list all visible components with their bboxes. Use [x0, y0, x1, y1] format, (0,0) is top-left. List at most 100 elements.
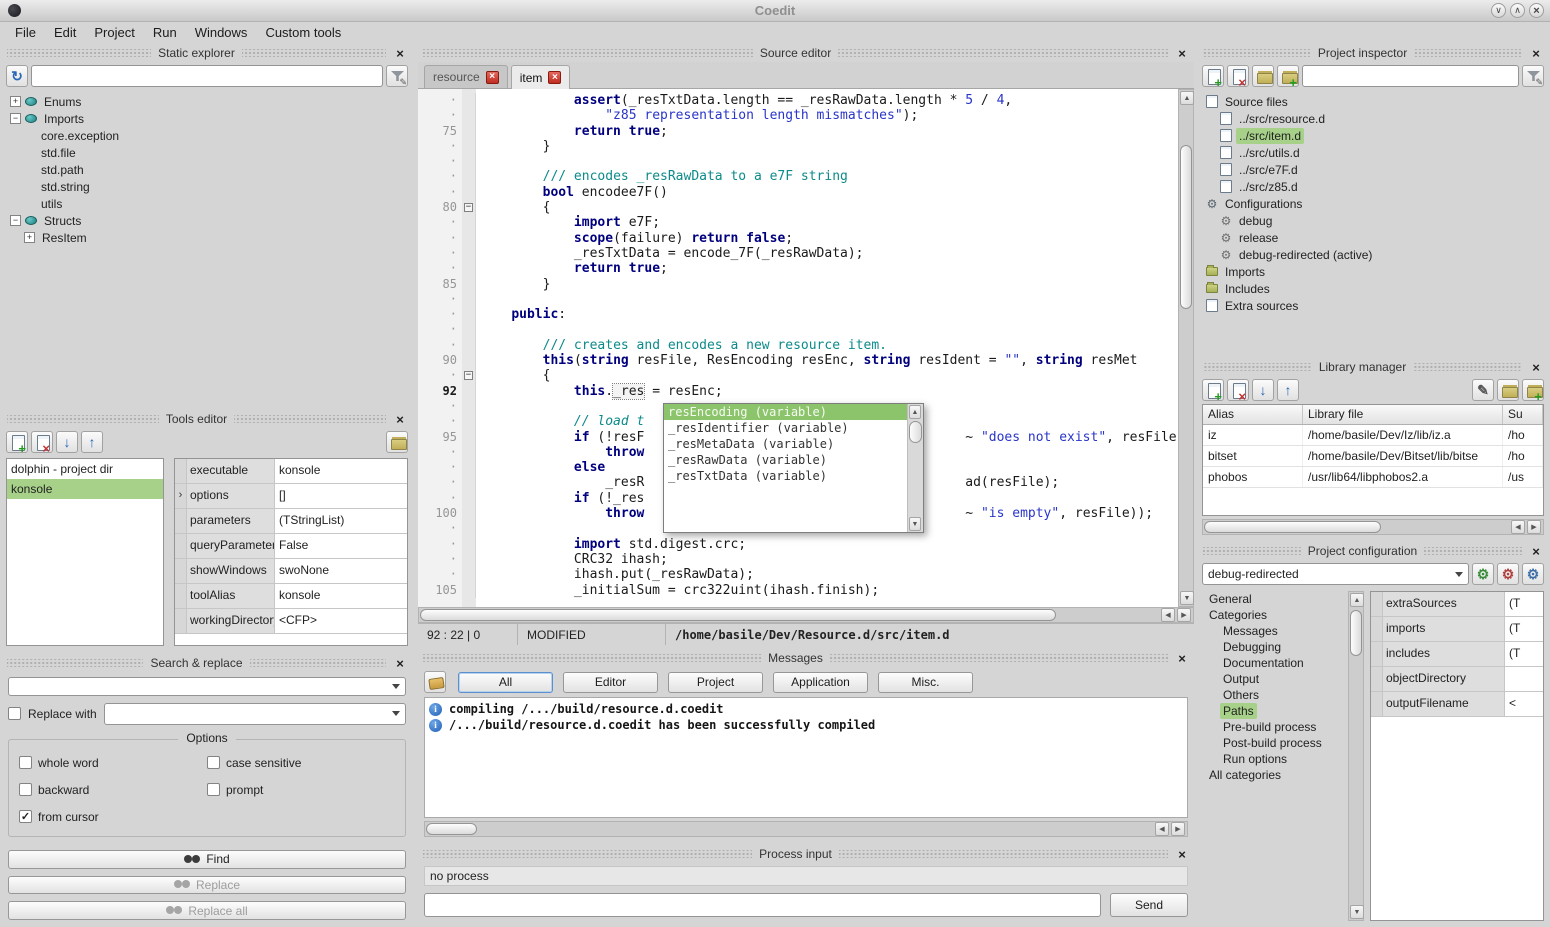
- gutter-line-number[interactable]: ·: [418, 292, 462, 307]
- open-folder-button[interactable]: [1252, 65, 1274, 87]
- add-library-button[interactable]: [1202, 379, 1224, 401]
- code-line[interactable]: · CRC32 ihash;: [418, 552, 1178, 567]
- fold-column[interactable]: [462, 552, 476, 567]
- checkbox-icon[interactable]: [19, 783, 32, 796]
- fold-marker-icon[interactable]: −: [464, 371, 473, 380]
- menu-item[interactable]: Run: [144, 23, 186, 42]
- category-item[interactable]: All categories: [1202, 767, 1346, 783]
- gutter-line-number[interactable]: ·: [418, 322, 462, 337]
- tree-item[interactable]: std.file: [6, 144, 408, 161]
- category-item[interactable]: Categories: [1202, 607, 1346, 623]
- code-text[interactable]: this._res = resEnc;: [476, 384, 723, 399]
- category-item[interactable]: General: [1202, 591, 1346, 607]
- replace-all-button[interactable]: Replace all: [8, 901, 406, 920]
- move-tool-up-button[interactable]: [81, 431, 103, 453]
- tree-item[interactable]: core.exception: [6, 127, 408, 144]
- code-line[interactable]: · ihash.put(_resRawData);: [418, 567, 1178, 582]
- code-text[interactable]: _resTxtData = encode_7F(_resRawData);: [476, 246, 864, 261]
- checkbox-icon[interactable]: [19, 756, 32, 769]
- popup-scrollbar[interactable]: ▲ ▼: [907, 404, 923, 532]
- scroll-up-icon[interactable]: ▲: [909, 405, 921, 419]
- tree-item[interactable]: + Enums: [6, 93, 408, 110]
- scroll-right-icon[interactable]: ▶: [1177, 608, 1191, 622]
- property-value[interactable]: <: [1505, 692, 1543, 716]
- tree-item[interactable]: debug: [1202, 212, 1544, 229]
- gutter-line-number[interactable]: ·: [418, 460, 462, 475]
- fold-column[interactable]: [462, 460, 476, 475]
- edit-library-button[interactable]: [1472, 379, 1494, 401]
- tree-item[interactable]: ../src/z85.d: [1202, 178, 1544, 195]
- menu-item[interactable]: Windows: [186, 23, 257, 42]
- move-library-down-button[interactable]: [1252, 379, 1274, 401]
- gutter-line-number[interactable]: ·: [418, 399, 462, 414]
- gutter-line-number[interactable]: ·: [418, 215, 462, 230]
- tree-item[interactable]: ../src/e7F.d: [1202, 161, 1544, 178]
- code-line[interactable]: ·− {: [418, 368, 1178, 383]
- menu-item[interactable]: File: [6, 23, 45, 42]
- clear-messages-button[interactable]: [424, 671, 446, 693]
- gutter-line-number[interactable]: ·: [418, 261, 462, 276]
- close-panel-button[interactable]: [393, 412, 407, 426]
- code-text[interactable]: // load t: [476, 414, 644, 429]
- sync-configuration-button[interactable]: [1472, 563, 1494, 585]
- library-add-folder-button[interactable]: [1522, 379, 1544, 401]
- tree-item[interactable]: ../src/resource.d: [1202, 110, 1544, 127]
- close-panel-button[interactable]: [1175, 847, 1189, 861]
- fold-column[interactable]: [462, 430, 476, 445]
- tree-item[interactable]: − Structs: [6, 212, 408, 229]
- code-line[interactable]: · }: [418, 139, 1178, 154]
- code-text[interactable]: {: [476, 200, 550, 215]
- editor-horizontal-scrollbar[interactable]: ◀ ▶: [418, 607, 1194, 623]
- add-source-button[interactable]: [1202, 65, 1224, 87]
- window-maximize-button[interactable]: [1510, 3, 1525, 18]
- fold-column[interactable]: [462, 108, 476, 123]
- code-text[interactable]: else: [476, 460, 605, 475]
- property-row[interactable]: imports (T: [1371, 617, 1543, 642]
- gutter-line-number[interactable]: ·: [418, 491, 462, 506]
- checkbox-icon[interactable]: [207, 756, 220, 769]
- property-value[interactable]: [1505, 667, 1543, 691]
- fold-column[interactable]: [462, 322, 476, 337]
- scroll-thumb[interactable]: [426, 823, 477, 835]
- property-row[interactable]: queryParameters False: [175, 534, 407, 559]
- code-text[interactable]: import std.digest.crc;: [476, 537, 746, 552]
- fold-column[interactable]: [462, 445, 476, 460]
- refresh-button[interactable]: [6, 65, 28, 87]
- gutter-line-number[interactable]: 92: [418, 384, 462, 399]
- code-text[interactable]: }: [476, 139, 550, 154]
- search-combo[interactable]: [8, 677, 406, 696]
- code-text[interactable]: this(string resFile, ResEncoding resEnc,…: [476, 353, 1138, 368]
- close-panel-button[interactable]: [1175, 651, 1189, 665]
- code-text[interactable]: return true;: [476, 261, 668, 276]
- code-text[interactable]: [476, 292, 480, 307]
- editor-tab[interactable]: resource: [424, 65, 508, 88]
- code-text[interactable]: CRC32 ihash;: [476, 552, 668, 567]
- categories-scrollbar[interactable]: ▲ ▼: [1348, 591, 1364, 921]
- category-item[interactable]: Post-build process: [1202, 735, 1346, 751]
- window-shade-button[interactable]: [1491, 3, 1506, 18]
- gutter-line-number[interactable]: ·: [418, 185, 462, 200]
- move-library-up-button[interactable]: [1277, 379, 1299, 401]
- replace-with-checkbox[interactable]: [8, 707, 21, 720]
- search-option-checkbox[interactable]: case sensitive: [207, 756, 395, 770]
- property-row[interactable]: toolAlias konsole: [175, 584, 407, 609]
- configuration-select[interactable]: debug-redirected: [1202, 563, 1469, 585]
- gutter-line-number[interactable]: ·: [418, 552, 462, 567]
- category-item[interactable]: Others: [1202, 687, 1346, 703]
- expander-icon[interactable]: −: [10, 215, 21, 226]
- close-panel-button[interactable]: [393, 656, 407, 670]
- editor-tab[interactable]: item: [511, 65, 571, 89]
- fold-column[interactable]: [462, 491, 476, 506]
- tree-item[interactable]: debug-redirected (active): [1202, 246, 1544, 263]
- scroll-thumb[interactable]: [1180, 145, 1192, 310]
- code-text[interactable]: import e7F;: [476, 215, 660, 230]
- scroll-right-icon[interactable]: ▶: [1171, 822, 1185, 836]
- code-line[interactable]: · import std.digest.crc;: [418, 537, 1178, 552]
- code-line[interactable]: 92 this._res = resEnc;: [418, 384, 1178, 399]
- add-tool-button[interactable]: [6, 431, 28, 453]
- property-value[interactable]: <CFP>: [275, 609, 407, 633]
- gutter-line-number[interactable]: ·: [418, 246, 462, 261]
- property-row[interactable]: objectDirectory: [1371, 667, 1543, 692]
- menu-item[interactable]: Edit: [45, 23, 85, 42]
- property-value[interactable]: swoNone: [275, 559, 407, 583]
